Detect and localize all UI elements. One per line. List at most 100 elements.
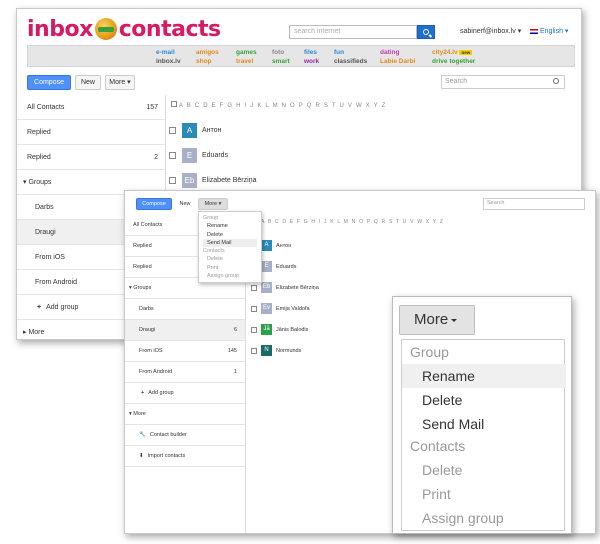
search-icon [423, 29, 429, 35]
nav-link[interactable]: e-mail [156, 48, 181, 57]
nav-col-1: e-mail inbox.lv [156, 48, 181, 66]
contact-builder-link[interactable]: 🔧 Contact builder [125, 425, 245, 446]
avatar: Jā [261, 324, 272, 335]
import-contacts-link[interactable]: ⬇ Import contacts [125, 446, 245, 467]
nav-link[interactable]: shop [196, 57, 219, 66]
inbox-contacts-logo[interactable]: inbox contacts [27, 17, 221, 42]
nav-col-6: fun classifieds [334, 48, 367, 66]
add-group-label: Add group [46, 304, 79, 311]
nav-link[interactable]: drive together [432, 57, 475, 66]
menu-item-delete-group[interactable]: Delete [203, 231, 257, 239]
select-all-checkbox[interactable] [171, 101, 177, 107]
menu-item-print[interactable]: Print [402, 482, 566, 506]
menu-item-send-mail[interactable]: Send Mail [402, 412, 566, 436]
menu-item-assign-group[interactable]: Assign group [402, 506, 566, 530]
avatar: A [261, 240, 272, 251]
more-button[interactable]: More ▾ [105, 75, 135, 90]
menu-item-delete-contacts[interactable]: Delete [402, 458, 566, 482]
nav-link[interactable]: files [304, 48, 319, 57]
menu-item-rename[interactable]: Rename [402, 364, 566, 388]
nav-link[interactable]: city24.lv [432, 49, 458, 56]
menu-item-send-mail[interactable]: Send Mail [203, 238, 257, 248]
nav-link[interactable]: games [236, 48, 257, 57]
add-group-label: Add group [148, 390, 174, 396]
nav-link[interactable]: work [304, 57, 319, 66]
menu-section-group: Group [410, 344, 449, 360]
list-item[interactable]: Ev Emija Valdofa [251, 298, 310, 319]
avatar: E [261, 261, 272, 272]
list-item[interactable]: E Eduards [169, 143, 228, 168]
list-item[interactable]: Jā Jānis Balodis [251, 319, 308, 340]
import-contacts-label: Import contacts [147, 453, 186, 459]
menu-item-print[interactable]: Print [203, 264, 257, 272]
nav-col-2: amigos shop [196, 48, 219, 66]
alphabet-filter[interactable]: A B C D E F G H I J K L M N O P Q R S T … [171, 101, 386, 109]
nav-link[interactable]: amigos [196, 48, 219, 57]
contact-checkbox[interactable] [169, 177, 176, 184]
contacts-search-input[interactable]: Search [441, 75, 565, 89]
menu-item-delete-contacts[interactable]: Delete [203, 255, 257, 263]
sidebar-item-label: From Android [35, 279, 78, 286]
menu-item-rename[interactable]: Rename [203, 222, 257, 230]
sidebar-item-replied-2[interactable]: Replied 2 [17, 145, 166, 170]
contact-builder-label: Contact builder [149, 432, 187, 438]
list-item[interactable]: N Normunds [251, 340, 301, 361]
toolbar: Compose New More ▾ Search [17, 73, 581, 95]
search-button[interactable] [417, 25, 435, 39]
sidebar-item-count: 145 [227, 348, 237, 354]
nav-link[interactable]: classifieds [334, 57, 367, 66]
nav-link[interactable]: dating [380, 48, 415, 57]
sidebar-item-label: From Android [139, 369, 173, 375]
sidebar-item-replied[interactable]: Replied [17, 120, 166, 145]
new-badge: new [459, 50, 473, 55]
sidebar-item-count: 6 [233, 327, 237, 333]
compose-button[interactable]: Compose [27, 75, 71, 90]
contact-name: Emija Valdofa [276, 305, 310, 312]
contact-checkbox[interactable] [251, 284, 257, 291]
sidebar-item-draugi[interactable]: Draugi 6 [125, 320, 245, 341]
menu-item-assign-group[interactable]: Assign group [203, 272, 257, 280]
nav-col-7: dating Labie Darbi [380, 48, 415, 66]
more-button[interactable]: More ▾ [198, 198, 228, 210]
contact-checkbox[interactable] [169, 127, 176, 134]
nav-col-4: foto smart [272, 48, 290, 66]
contact-checkbox[interactable] [251, 347, 257, 354]
new-button[interactable]: New [75, 75, 101, 90]
contact-checkbox[interactable] [169, 152, 176, 159]
nav-link[interactable]: inbox.lv [156, 57, 181, 66]
import-icon: ⬇ [139, 453, 144, 459]
sidebar-item-all-contacts[interactable]: All Contacts 157 [17, 95, 166, 120]
add-group-button[interactable]: + Add group [125, 383, 245, 404]
nav-link[interactable]: travel [236, 57, 257, 66]
avatar: E [182, 148, 197, 163]
sidebar-item-darbs[interactable]: Darbs [125, 299, 245, 320]
compose-button[interactable]: Compose [136, 198, 172, 210]
menu-item-delete-group[interactable]: Delete [402, 388, 566, 412]
more-button-zoomed[interactable]: More [399, 305, 475, 335]
sidebar-item-label: Darbs [35, 204, 54, 211]
nav-link[interactable]: Labie Darbi [380, 57, 415, 66]
language-selector[interactable]: English ▾ [530, 27, 568, 35]
contact-name: Normunds [276, 347, 302, 354]
contact-checkbox[interactable] [251, 305, 257, 312]
avatar: N [261, 345, 272, 356]
sidebar-item-from-android[interactable]: From Android 1 [125, 362, 245, 383]
list-item[interactable]: A Антон [169, 118, 221, 143]
sidebar-item-label: Replied [133, 243, 152, 249]
wrench-icon: 🔧 [139, 432, 146, 438]
nav-link[interactable]: foto [272, 48, 290, 57]
contacts-search-input[interactable]: Search [483, 198, 585, 210]
sidebar-item-label: From iOS [139, 348, 163, 354]
search-internet-input[interactable]: search internet [289, 25, 417, 39]
contact-checkbox[interactable] [251, 326, 257, 333]
contact-name: Jānis Balodis [276, 326, 309, 333]
user-account-menu[interactable]: sabinerf@inbox.lv ▾ [460, 27, 521, 35]
nav-col-8: city24.lv new drive together [432, 48, 475, 66]
sidebar-more-header[interactable]: ▾ More [125, 404, 245, 425]
nav-link[interactable]: smart [272, 57, 290, 66]
nav-link[interactable]: fun [334, 48, 367, 57]
avatar: Eb [261, 282, 272, 293]
sidebar-item-from-ios[interactable]: From iOS 145 [125, 341, 245, 362]
alphabet-filter[interactable]: A B C D E F G H I J K L M N O P Q R S T … [261, 219, 444, 225]
new-button[interactable]: New [176, 198, 194, 210]
